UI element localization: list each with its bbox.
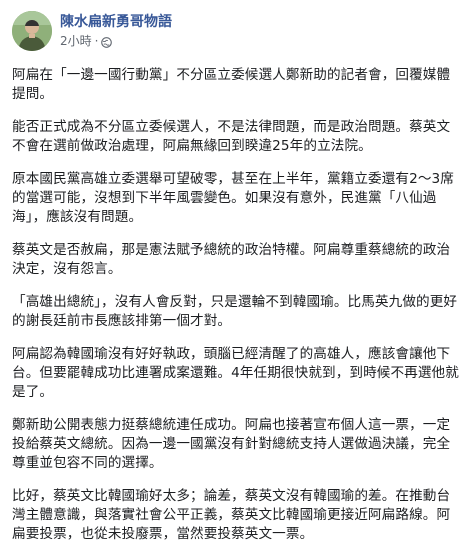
post-paragraph: 能否正式成為不分區立委候選人，不是法律問題，而是政治問題。蔡英文不會在選前做政治…: [12, 119, 451, 154]
post-paragraph: 蔡英文是否赦扁，那是憲法賦予總統的政治特權。阿扁尊重蔡總統的政治決定，沒有怨言。: [12, 242, 451, 277]
post-meta: 陳水扁新勇哥物語 2小時 ·: [60, 13, 172, 49]
post-paragraph: 「高雄出總統」，沒有人會反對，只是還輪不到韓國瑜。比馬英九做的更好的謝長廷前市長…: [12, 294, 458, 329]
post-paragraph: 比好，蔡英文比韓國瑜好太多；論差，蔡英文沒有韓國瑜的差。在推動台灣主體意識，與落…: [12, 488, 451, 542]
avatar-photo: [12, 11, 52, 51]
facebook-post: 陳水扁新勇哥物語 2小時 · 阿扁在「一邊一國行動黨」不分區立委候選人鄭新助的記…: [0, 0, 472, 542]
post-paragraph: 原本國民黨高雄立委選舉可望破零，甚至在上半年，黨籍立委還有2～3席的當選可能，沒…: [12, 171, 455, 225]
post-body: 阿扁在「一邊一國行動黨」不分區立委候選人鄭新助的記者會，回覆媒體提問。 能否正式…: [12, 66, 460, 544]
post-timestamp[interactable]: 2小時: [60, 33, 92, 49]
post-paragraph: 鄭新助公開表態力挺蔡總統連任成功。阿扁也接著宣布個人這一票，一定投給蔡英文總統。…: [12, 417, 451, 471]
avatar[interactable]: [12, 11, 52, 51]
post-paragraph: 阿扁認為韓國瑜沒有好好執政，頭腦已經清醒了的高雄人，應該會讓他下台。但要罷韓成功…: [12, 346, 459, 400]
post-paragraph: 阿扁在「一邊一國行動黨」不分區立委候選人鄭新助的記者會，回覆媒體提問。: [12, 67, 451, 102]
globe-icon: [101, 36, 113, 48]
page-name-link[interactable]: 陳水扁新勇哥物語: [60, 13, 172, 31]
post-subline: 2小時 ·: [60, 33, 172, 49]
separator-dot: ·: [94, 34, 99, 48]
post-header: 陳水扁新勇哥物語 2小時 ·: [12, 10, 460, 52]
